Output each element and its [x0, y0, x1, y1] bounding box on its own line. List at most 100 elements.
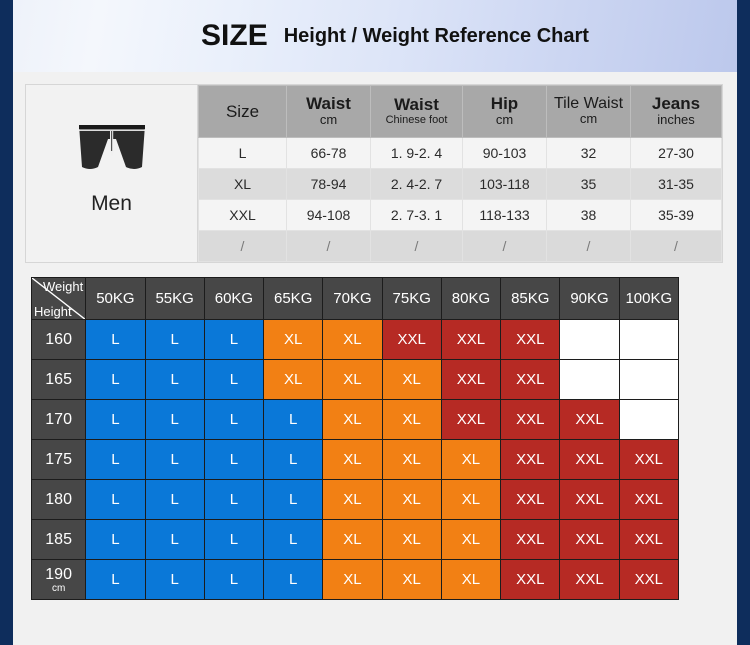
matrix-body: 160 L L L XL XL XXL XXL XXL 165 L L L XL XL XL XXL XXL 170…: [30, 319, 680, 600]
matrix-cell-xl: XL: [322, 319, 383, 360]
table-row: XL 78-94 2. 4-2. 7 103-118 35 31-35: [198, 168, 722, 200]
matrix-cell-l: L: [85, 519, 146, 560]
matrix-height-header-165: 165: [30, 359, 87, 400]
cell-jeans: /: [630, 230, 722, 262]
column-header-size: Size: [198, 85, 287, 138]
cell-waist-cf: 2. 4-2. 7: [370, 168, 463, 200]
matrix-cell-l: L: [144, 439, 205, 480]
cell-waist-cf: 2. 7-3. 1: [370, 199, 463, 231]
matrix-weight-header-55kg: 55KG: [144, 277, 205, 320]
matrix-cell-l: L: [144, 479, 205, 520]
cell-jeans: 35-39: [630, 199, 722, 231]
matrix-row: 175 L L L L XL XL XL XXL XXL XXL: [30, 439, 680, 480]
matrix-cell-empty: [618, 319, 680, 360]
matrix-cell-l: L: [144, 519, 205, 560]
matrix-row: 180 L L L L XL XL XL XXL XXL XXL: [30, 479, 680, 520]
size-table-header: Size Waist cm Waist Chinese foot Hip cm …: [198, 85, 722, 138]
shorts-icon: [76, 123, 148, 184]
size-table-body: L 66-78 1. 9-2. 4 90-103 32 27-30 XL 78-…: [198, 137, 722, 262]
height-weight-matrix: Weight Height 50KG 55KG 60KG 65KG 70KG 75KG 80…: [30, 277, 680, 600]
cell-hip: 118-133: [462, 199, 547, 231]
column-header-waist-cf-unit: Chinese foot: [385, 114, 448, 127]
cell-tile-waist: 38: [546, 199, 631, 231]
matrix-cell-empty: [618, 359, 680, 400]
column-header-waist-cm: Waist cm: [286, 85, 371, 138]
cell-waist-cm: 78-94: [286, 168, 371, 200]
matrix-cell-l: L: [203, 519, 265, 560]
matrix-cell-l: L: [85, 359, 146, 400]
column-header-waist-chinese-foot: Waist Chinese foot: [370, 85, 463, 138]
matrix-header-row: Weight Height 50KG 55KG 60KG 65KG 70KG 75KG 80…: [30, 277, 680, 320]
column-header-tile-waist-unit: cm: [579, 111, 598, 127]
matrix-cell-xl: XL: [440, 479, 502, 520]
matrix-weight-header-75kg: 75KG: [381, 277, 442, 320]
matrix-cell-xxl: XXL: [618, 479, 680, 520]
matrix-height-header-170: 170: [30, 399, 87, 440]
matrix-height-value: 165: [45, 370, 72, 388]
column-header-hip-main: Hip: [490, 94, 519, 114]
matrix-cell-xl: XL: [381, 519, 442, 560]
matrix-cell-l: L: [203, 479, 265, 520]
cell-hip: 103-118: [462, 168, 547, 200]
matrix-header: Weight Height 50KG 55KG 60KG 65KG 70KG 75KG 80…: [30, 277, 680, 320]
matrix-cell-xl: XL: [322, 439, 383, 480]
matrix-height-header-190: 190 cm: [30, 559, 87, 600]
matrix-weight-header-90kg: 90KG: [559, 277, 620, 320]
matrix-cell-xxl: XXL: [559, 559, 620, 600]
size-reference-card: Men Size Waist cm Waist Chinese foot Hip…: [25, 84, 723, 263]
matrix-height-axis-label: Height: [34, 304, 72, 319]
table-row: XXL 94-108 2. 7-3. 1 118-133 38 35-39: [198, 199, 722, 231]
matrix-cell-xxl: XXL: [559, 439, 620, 480]
matrix-cell-l: L: [203, 319, 265, 360]
matrix-cell-l: L: [144, 319, 205, 360]
men-label: Men: [91, 192, 132, 215]
matrix-height-header-180: 180: [30, 479, 87, 520]
matrix-height-value: 160: [45, 330, 72, 348]
matrix-weight-header-100kg: 100KG: [618, 277, 680, 320]
matrix-cell-xxl: XXL: [500, 519, 561, 560]
matrix-cell-l: L: [144, 559, 205, 600]
matrix-height-header-160: 160: [30, 319, 87, 360]
page-frame: SIZE Height / Weight Reference Chart Men…: [0, 0, 750, 645]
matrix-height-unit: cm: [51, 583, 66, 594]
matrix-cell-xl: XL: [381, 559, 442, 600]
column-header-waist-cf-main: Waist: [394, 95, 439, 115]
table-row: L 66-78 1. 9-2. 4 90-103 32 27-30: [198, 137, 722, 169]
matrix-cell-l: L: [203, 399, 265, 440]
matrix-cell-xl: XL: [322, 399, 383, 440]
matrix-cell-xxl: XXL: [440, 319, 502, 360]
matrix-cell-xxl: XXL: [440, 399, 502, 440]
matrix-cell-xl: XL: [381, 359, 442, 400]
column-header-jeans-main: Jeans: [651, 94, 701, 114]
matrix-row: 185 L L L L XL XL XL XXL XXL XXL: [30, 519, 680, 560]
cell-waist-cf: /: [370, 230, 463, 262]
matrix-height-value: 190: [45, 566, 72, 583]
matrix-cell-xxl: XXL: [500, 399, 561, 440]
matrix-height-value: 175: [45, 450, 72, 468]
matrix-cell-xl: XL: [322, 559, 383, 600]
matrix-cell-xl: XL: [263, 319, 324, 360]
matrix-cell-l: L: [263, 399, 324, 440]
body-area: Men Size Waist cm Waist Chinese foot Hip…: [13, 72, 737, 600]
cell-tile-waist: 32: [546, 137, 631, 169]
cell-waist-cf: 1. 9-2. 4: [370, 137, 463, 169]
matrix-corner-cell: Weight Height: [30, 277, 87, 320]
matrix-weight-header-70kg: 70KG: [322, 277, 383, 320]
matrix-height-header-175: 175: [30, 439, 87, 480]
matrix-cell-xxl: XXL: [381, 319, 442, 360]
matrix-row: 170 L L L L XL XL XXL XXL XXL: [30, 399, 680, 440]
matrix-cell-l: L: [263, 439, 324, 480]
matrix-cell-l: L: [263, 559, 324, 600]
column-header-tile-waist-main: Tile Waist: [553, 94, 624, 112]
matrix-cell-xl: XL: [322, 359, 383, 400]
column-header-jeans: Jeans inches: [630, 85, 722, 138]
matrix-cell-l: L: [203, 359, 265, 400]
column-header-waist-cm-unit: cm: [319, 111, 338, 127]
column-header-hip: Hip cm: [462, 85, 547, 138]
matrix-cell-l: L: [263, 519, 324, 560]
matrix-cell-xl: XL: [322, 519, 383, 560]
matrix-cell-xxl: XXL: [559, 479, 620, 520]
cell-hip: /: [462, 230, 547, 262]
cell-waist-cm: 94-108: [286, 199, 371, 231]
matrix-cell-xxl: XXL: [559, 399, 620, 440]
